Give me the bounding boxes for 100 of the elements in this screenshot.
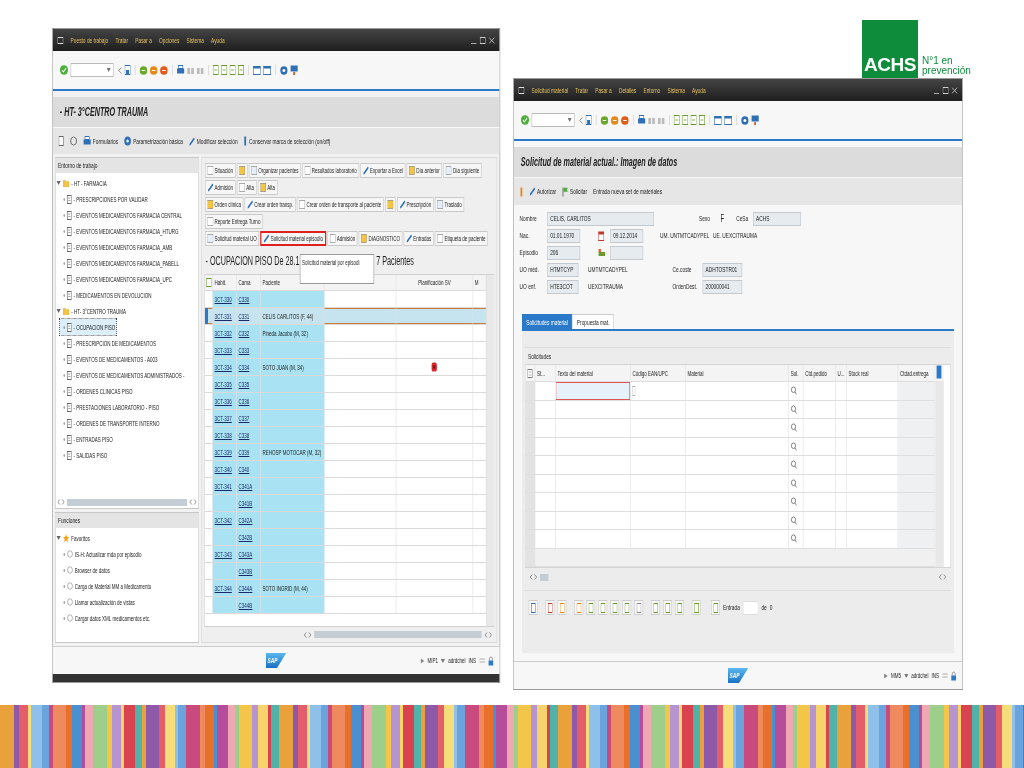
column-settings-icon[interactable] [935,365,943,379]
settings-icon[interactable] [527,368,533,378]
icon-button[interactable] [384,197,396,212]
dropdown-icon[interactable] [106,68,111,72]
tool-button[interactable] [691,600,701,615]
tool-button[interactable] [622,600,632,615]
scrollbar[interactable] [540,573,549,581]
toolbar-button[interactable]: Entrada nueva set de materiales [593,187,663,196]
pencil-icon[interactable] [399,200,406,209]
arrow-circle-icon[interactable] [160,65,168,75]
icon-button[interactable] [236,163,248,178]
menu-item[interactable]: Sistema [186,35,204,45]
arrow-circle-icon[interactable] [610,115,619,125]
bed-icon[interactable] [598,248,606,257]
tool-button[interactable] [663,600,672,615]
text-field[interactable]: 09.12.2014 [610,228,644,243]
help-icon[interactable] [280,65,288,75]
entry-field[interactable] [742,600,759,615]
input-cell[interactable] [555,382,631,400]
pencil-icon[interactable] [247,200,254,209]
text-field[interactable]: 200000041 [702,279,743,294]
check-icon[interactable] [59,65,69,75]
printer-icon[interactable] [176,65,185,75]
window-icon[interactable] [724,115,732,125]
tab[interactable]: Propuesta mat. [572,314,614,329]
tool-button[interactable] [598,600,608,615]
caret-down-icon[interactable] [56,535,61,541]
caret-down-icon[interactable] [56,308,61,314]
command-field[interactable] [531,113,575,127]
menu-item[interactable]: Sistema [667,85,685,95]
menu-item[interactable]: Ayuda [211,35,225,45]
scrollbar[interactable] [935,381,944,567]
menu-item[interactable]: Tratar [575,85,588,95]
scrollbar[interactable] [67,498,187,506]
page-arrow-icon[interactable] [229,65,236,75]
tool-button[interactable] [545,600,555,615]
command-field[interactable] [70,63,114,77]
dropdown-icon[interactable] [567,118,572,122]
tool-button[interactable] [528,600,538,615]
save-icon[interactable] [124,65,131,75]
page-arrow-icon[interactable] [221,65,228,75]
menu-item[interactable]: Solicitud material [531,85,569,95]
dropdown-icon[interactable] [441,658,446,663]
text-field[interactable]: 01.01.1970 [547,228,581,243]
printer-icon[interactable] [637,115,646,125]
window-icon[interactable] [714,115,722,125]
binoculars-icon[interactable] [657,115,665,125]
monitor-icon[interactable] [290,65,298,75]
page-arrow-icon[interactable] [682,115,689,125]
text-field[interactable] [610,245,644,260]
toolbar-button[interactable]: Solicitar [562,186,588,197]
pencil-icon[interactable] [362,166,369,175]
check-icon[interactable] [520,115,530,125]
calendar-icon[interactable] [598,230,605,241]
tool-button[interactable] [557,600,567,615]
pencil-icon[interactable] [406,234,412,243]
save-icon[interactable] [585,115,592,125]
menu-item[interactable]: Pasar a [135,35,152,45]
arrow-circle-icon[interactable] [149,65,158,75]
page-arrow-icon[interactable] [673,115,680,125]
toolbar-button[interactable]: Modificar selección [189,136,238,146]
play-icon[interactable] [883,672,888,679]
arrow-circle-icon[interactable] [600,115,609,125]
tool-button[interactable] [610,600,620,615]
toolbar-button[interactable]: Conservar marca de selección (on/off) [243,136,331,146]
tool-button[interactable] [574,600,584,615]
page-arrow-icon[interactable] [699,115,705,125]
enter-button[interactable] [711,600,720,615]
menu-item[interactable]: Entorno [643,85,661,95]
menu-item[interactable]: Opciones [159,35,180,45]
tab[interactable]: Solicitudes material [522,314,573,329]
bookmark-icon[interactable] [519,186,524,197]
menu-item[interactable]: Pasar a [595,85,612,95]
tool-button[interactable] [634,600,644,615]
text-field[interactable]: ADHTOSTR01 [702,262,743,277]
text-field[interactable]: HTE3COT [547,279,579,294]
help-icon[interactable] [741,115,749,125]
monitor-icon[interactable] [751,115,759,125]
tool-button[interactable] [586,600,596,615]
page-arrow-icon[interactable] [212,65,219,75]
menu-item[interactable]: Puesto de trabajo [70,35,109,45]
maximize-icon[interactable] [479,36,486,44]
menu-item[interactable]: Detalles [618,85,637,95]
page-arrow-icon[interactable] [690,115,697,125]
maximize-icon[interactable] [942,86,949,94]
layout-icon[interactable] [206,278,212,287]
scrollbar[interactable] [314,631,482,638]
binoculars-icon[interactable] [196,65,204,75]
exit-icon[interactable] [57,36,64,44]
pencil-icon[interactable] [207,183,214,192]
pencil-icon[interactable] [263,234,270,243]
menu-item[interactable]: Ayuda [692,85,706,95]
caret-down-icon[interactable] [56,180,61,186]
tool-button[interactable] [651,600,660,615]
arrow-circle-icon[interactable] [621,115,629,125]
text-field[interactable]: CELIS, CARLITOS [547,211,654,226]
window-icon[interactable] [263,65,271,75]
page-arrow-icon[interactable] [238,65,244,75]
play-icon[interactable] [420,657,425,664]
page-icon[interactable] [58,136,64,146]
